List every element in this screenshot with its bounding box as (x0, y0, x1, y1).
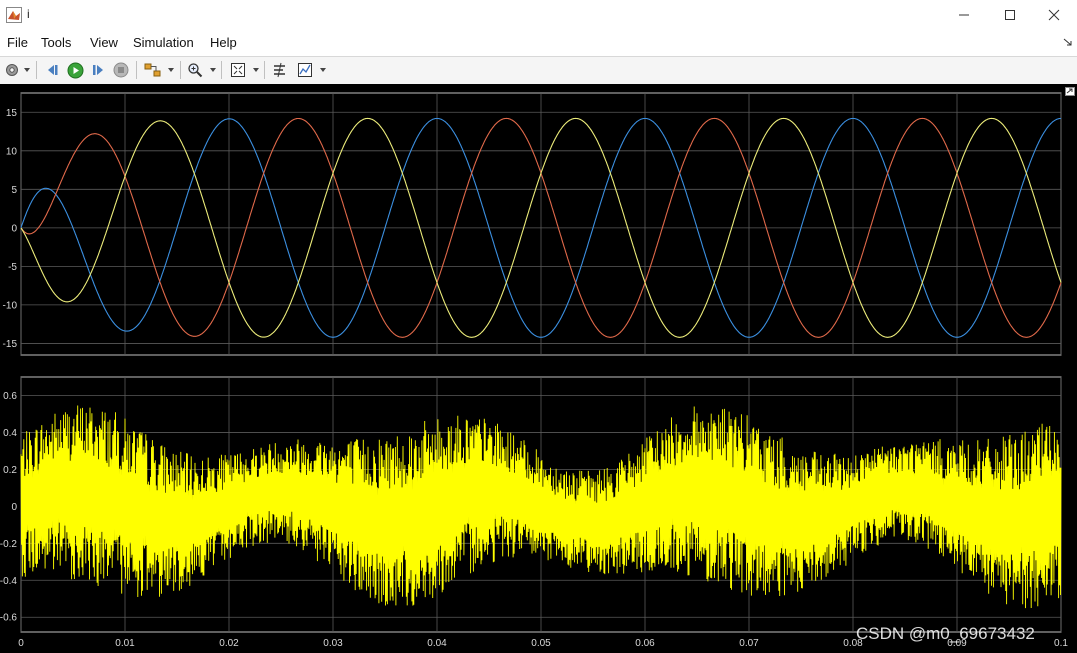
highlight-dropdown-icon[interactable] (168, 68, 174, 72)
toolbar-separator (136, 61, 137, 79)
cursor-measure-icon (274, 62, 285, 78)
scope-display: 15 10 5 0 -5 -10 -15 0.6 0.4 0.2 0 -0.2 -0.4 -0.6 0 0.… (0, 84, 1077, 653)
y-tick-label: -0.2 (0, 539, 17, 550)
step-forward-button[interactable] (89, 60, 107, 80)
settings-dropdown-icon[interactable] (24, 68, 30, 72)
signal-stats-icon (298, 63, 312, 77)
menu-help[interactable]: Help (210, 35, 237, 50)
menu-tools[interactable]: Tools (41, 35, 71, 50)
y-tick-label: 15 (6, 108, 18, 119)
settings-button[interactable] (3, 60, 21, 80)
y-tick-label: 0 (11, 223, 17, 234)
run-icon (67, 62, 83, 78)
y-tick-label: -15 (3, 339, 18, 350)
zoom-icon (188, 63, 203, 78)
minimize-button[interactable] (941, 0, 987, 30)
menu-file[interactable]: File (7, 35, 28, 50)
scope-plots: 151050-5-10-15 0.60.40.20-0.2-0.4-0.60 0.… (0, 92, 1068, 649)
step-back-button[interactable] (44, 60, 62, 80)
zoom-button[interactable] (186, 60, 204, 80)
y-tick-label: 0 (11, 502, 17, 513)
window-title: i (27, 7, 30, 21)
stop-button[interactable] (112, 60, 130, 80)
cursor-measure-button[interactable] (271, 60, 289, 80)
x-tick-label: 0.07 (739, 638, 759, 649)
zoom-dropdown-icon[interactable] (210, 68, 216, 72)
y-tick-label: 10 (6, 146, 18, 157)
x-tick-label: 0 (18, 638, 24, 649)
y-tick-label: -5 (8, 262, 17, 273)
y-tick-label: -10 (3, 300, 18, 311)
signal-stats-dropdown-icon[interactable] (320, 68, 326, 72)
close-icon (1048, 9, 1060, 21)
title-bar: i (0, 0, 1077, 30)
toolbar (0, 56, 1077, 85)
step-back-icon (48, 65, 58, 75)
settings-icon (6, 64, 18, 76)
x-tick-label: 0.02 (219, 638, 239, 649)
toolbar-separator (264, 61, 265, 79)
autoscale-icon (231, 63, 245, 77)
maximize-button[interactable] (987, 0, 1033, 30)
menu-simulation[interactable]: Simulation (133, 35, 194, 50)
lower-axes: 0.6 0.4 0.2 0 -0.2 -0.4 -0.6 0 0.01 0.02 0.03 0.04 0… (0, 376, 1068, 649)
y-tick-label: 5 (11, 185, 17, 196)
toolbar-separator (180, 61, 181, 79)
menu-view[interactable]: View (90, 35, 118, 50)
close-button[interactable] (1031, 0, 1077, 30)
highlight-button[interactable] (143, 60, 163, 80)
y-tick-label: -0.4 (0, 576, 17, 587)
x-tick-label: 0.06 (635, 638, 655, 649)
x-tick-label: 0.01 (115, 638, 135, 649)
watermark: CSDN @m0_69673432 (856, 624, 1035, 643)
signal-stats-button[interactable] (296, 60, 314, 80)
x-tick-label: 0.03 (323, 638, 343, 649)
maximize-icon (1005, 10, 1015, 20)
x-tick-label: 0.1 (1054, 638, 1068, 649)
x-tick-label: 0.05 (531, 638, 551, 649)
step-forward-icon (93, 65, 103, 75)
highlight-icon (144, 63, 161, 77)
y-tick-label: 0.6 (3, 391, 17, 402)
toolbar-separator (36, 61, 37, 79)
x-tick-label: 0.04 (427, 638, 447, 649)
y-tick-label: 0.2 (3, 465, 17, 476)
matlab-app-icon (6, 7, 22, 23)
y-tick-label: 0.4 (3, 428, 17, 439)
minimize-icon (959, 14, 969, 16)
autoscale-dropdown-icon[interactable] (253, 68, 259, 72)
run-button[interactable] (66, 60, 84, 80)
stop-icon (113, 62, 129, 78)
toolbar-separator (221, 61, 222, 79)
y-tick-label: -0.6 (0, 613, 17, 624)
dock-arrow-icon[interactable] (1063, 37, 1073, 47)
autoscale-button[interactable] (229, 60, 247, 80)
upper-axes: 15 10 5 0 -5 -10 -15 (3, 92, 1062, 356)
menu-bar: File Tools View Simulation Help (0, 30, 1077, 56)
